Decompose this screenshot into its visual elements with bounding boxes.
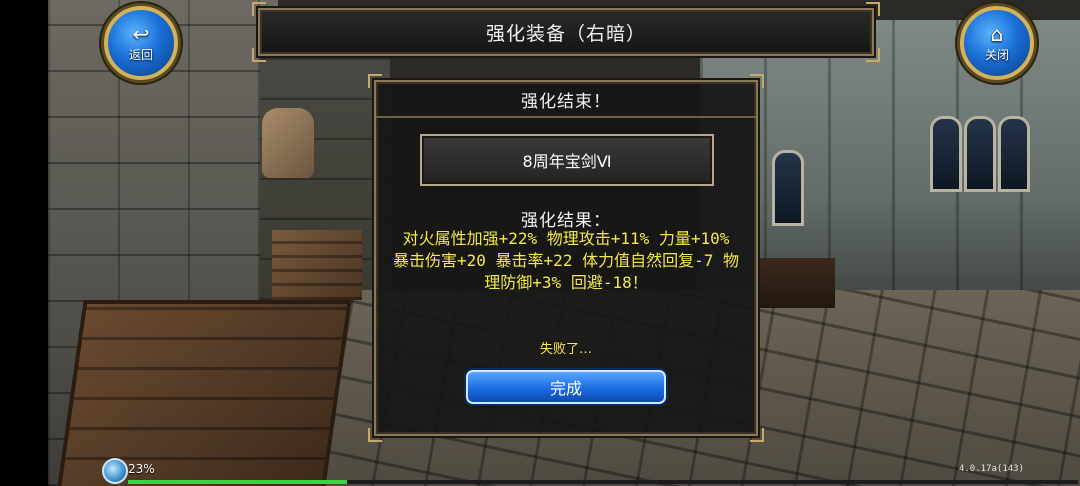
- progress-bar: [128, 480, 1078, 484]
- close-button[interactable]: ⌂ 关闭: [960, 6, 1034, 80]
- wooden-crate: [56, 300, 352, 486]
- progress-percent: 23%: [128, 462, 155, 476]
- home-icon: ⌂: [990, 21, 1004, 46]
- arched-window: [930, 116, 962, 192]
- arched-window: [998, 116, 1030, 192]
- frame-corner: [866, 2, 880, 16]
- frame-corner: [750, 428, 764, 442]
- frame-corner: [252, 48, 266, 62]
- sack: [262, 108, 314, 178]
- dialog-title: 强化结束！: [376, 82, 756, 118]
- screen-edge: [0, 0, 48, 486]
- frame-corner: [368, 428, 382, 442]
- wooden-crate-small: [272, 230, 362, 300]
- version-label: 4.0.17a(143): [958, 464, 1024, 474]
- result-status-text: 失败了…: [539, 342, 592, 357]
- page-title-bar: 强化装备（右暗）: [252, 2, 880, 62]
- close-button-label: 关闭: [984, 47, 1009, 62]
- enhance-result-dialog: 强化结束！ 8周年宝剑Ⅵ 强化结果： 对火属性加强+22% 物理攻击+11% 力…: [368, 74, 764, 442]
- frame-corner: [866, 48, 880, 62]
- done-button[interactable]: 完成: [466, 370, 666, 404]
- result-stats-text: 对火属性加强+22% 物理攻击+11% 力量+10% 暴击伤害+20 暴击率+2…: [393, 229, 739, 292]
- item-name: 8周年宝剑Ⅵ: [522, 152, 612, 171]
- back-button-label: 返回: [128, 47, 153, 62]
- wooden-table: [755, 258, 835, 308]
- loading-orb-icon: [102, 458, 128, 484]
- page-title: 强化装备（右暗）: [485, 22, 646, 45]
- item-name-box: 8周年宝剑Ⅵ: [420, 134, 714, 186]
- arched-window: [772, 150, 804, 226]
- frame-corner: [252, 2, 266, 16]
- arched-window: [964, 116, 996, 192]
- back-button[interactable]: ↩ 返回: [104, 6, 178, 80]
- progress-bar-fill: [128, 480, 347, 484]
- return-arrow-icon: ↩: [132, 21, 150, 46]
